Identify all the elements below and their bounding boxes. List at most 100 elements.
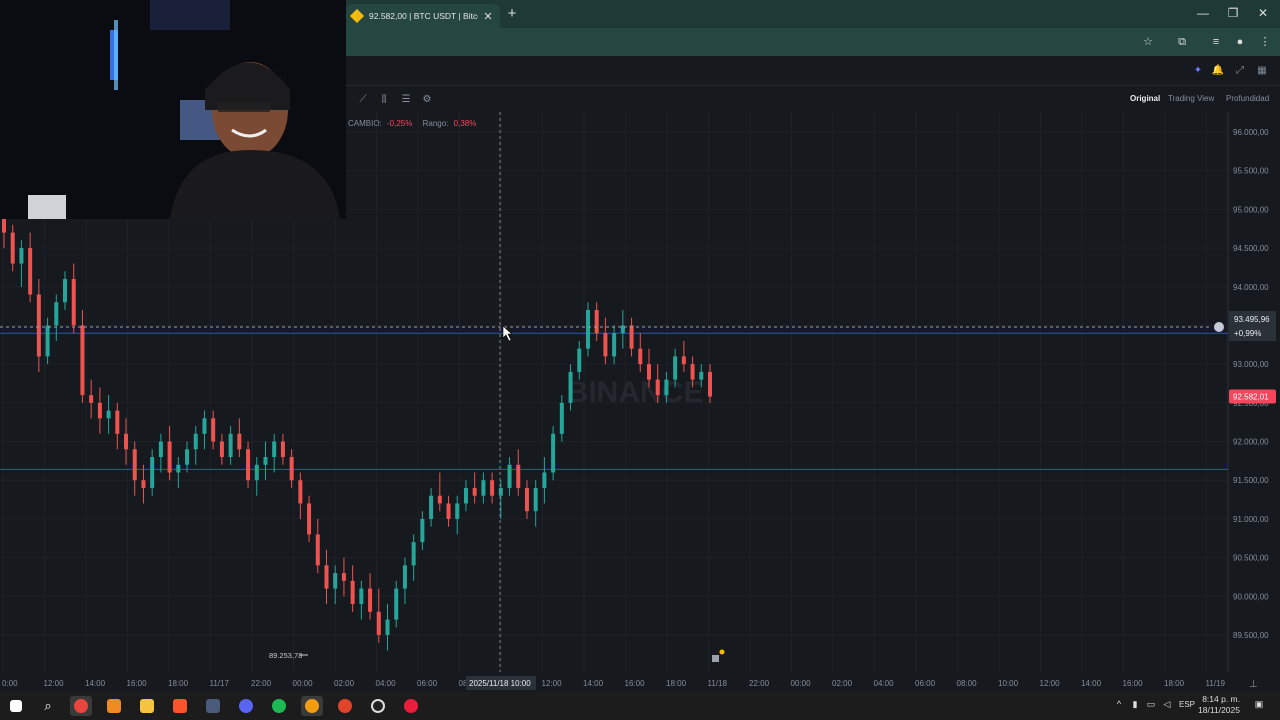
network-icon[interactable]: ▭ xyxy=(1145,699,1157,710)
candle-body xyxy=(551,433,556,473)
discord-icon[interactable] xyxy=(235,696,257,716)
x-tick-label: 04:00 xyxy=(376,679,397,688)
app-record-icon[interactable] xyxy=(400,696,422,716)
file-explorer-icon[interactable] xyxy=(136,696,158,716)
range-value: 0,38% xyxy=(453,119,477,128)
candle-body xyxy=(106,410,111,419)
last-price: 92.582,01 xyxy=(1233,393,1269,402)
candle-body xyxy=(45,325,50,357)
candle-body xyxy=(542,472,547,488)
candle-body xyxy=(333,573,338,589)
candle-body xyxy=(516,464,521,488)
brave-icon[interactable] xyxy=(169,696,191,716)
settings-list-icon[interactable]: ☰ xyxy=(399,93,413,107)
candle-body xyxy=(298,480,303,504)
low-price-label: 89.253,78 xyxy=(269,651,302,660)
app-orange-icon[interactable] xyxy=(103,696,125,716)
expand-icon[interactable]: ⤢ xyxy=(1233,64,1247,78)
candle-body xyxy=(507,464,512,488)
candle-body xyxy=(97,402,102,419)
candle-body xyxy=(71,279,76,326)
x-tick-label: 16:00 xyxy=(127,679,148,688)
x-tick-label: 11/17 xyxy=(210,679,230,688)
new-tab-button[interactable]: + xyxy=(504,5,520,22)
x-tick-label: 12:00 xyxy=(44,679,65,688)
microphone-icon[interactable]: ▮ xyxy=(1129,699,1141,710)
menu-dots-icon[interactable]: ⋮ xyxy=(1257,34,1273,50)
x-tick-label: 16:00 xyxy=(1123,679,1144,688)
candle-body xyxy=(132,449,137,481)
range-label: Rango: xyxy=(422,119,449,128)
candle-body xyxy=(54,302,59,326)
y-tick-label: 91.000,00 xyxy=(1233,515,1269,524)
volume-icon[interactable]: ◁ xyxy=(1161,699,1173,710)
bell-icon[interactable]: 🔔 xyxy=(1211,64,1225,78)
tab-depth[interactable]: Profundidad xyxy=(1226,94,1269,103)
tab-close-button[interactable]: ✕ xyxy=(482,10,494,23)
layout-grid-icon[interactable]: ▦ xyxy=(1255,64,1269,78)
obs-icon[interactable] xyxy=(367,696,389,716)
candle-body xyxy=(577,348,582,372)
media-icon[interactable]: ≡ xyxy=(1208,34,1224,50)
candle-body xyxy=(28,248,33,295)
minimize-button[interactable]: — xyxy=(1188,4,1218,22)
x-tick-label: 06:00 xyxy=(417,679,438,688)
candle-body xyxy=(533,487,538,512)
windows-start-icon[interactable] xyxy=(5,696,27,716)
candle-body xyxy=(646,364,651,380)
candle-body xyxy=(612,333,617,357)
chrome-app-icon[interactable] xyxy=(70,696,92,716)
candle-body xyxy=(80,325,85,396)
x-tick-label: 14:00 xyxy=(583,679,604,688)
close-window-button[interactable]: ✕ xyxy=(1248,4,1278,22)
restore-button[interactable]: ❐ xyxy=(1218,4,1248,22)
candle-body xyxy=(368,588,373,612)
app-red-icon[interactable] xyxy=(334,696,356,716)
calculator-icon[interactable] xyxy=(202,696,224,716)
candle-body xyxy=(350,580,355,605)
candle-body xyxy=(158,441,163,458)
x-tick-label: 11/19 xyxy=(1206,679,1226,688)
event-marker-icon[interactable] xyxy=(712,655,719,662)
chrome-profile-icon[interactable] xyxy=(301,696,323,716)
taskbar xyxy=(0,692,1280,720)
gear-icon[interactable]: ⚙ xyxy=(420,93,434,107)
candle-body xyxy=(524,487,529,512)
clock[interactable]: 8:14 p. m. 18/11/2025 xyxy=(1198,694,1240,716)
x-tick-label: 04:00 xyxy=(874,679,895,688)
tab-original[interactable]: Original xyxy=(1130,94,1160,103)
add-alert-icon[interactable] xyxy=(1214,322,1224,332)
candle-type-icon[interactable]: ⫼ xyxy=(377,93,391,107)
candle-body xyxy=(307,503,312,535)
y-tick-label: 93.000,00 xyxy=(1233,360,1269,369)
candle-body xyxy=(376,611,381,635)
spotify-icon[interactable] xyxy=(268,696,290,716)
candle-body xyxy=(568,371,573,403)
tab-trading-view[interactable]: Trading View xyxy=(1168,94,1214,103)
notifications-icon[interactable]: ▣ xyxy=(1253,699,1265,710)
x-tick-label: 22:00 xyxy=(251,679,272,688)
x-tick-label: 11/18 xyxy=(708,679,728,688)
candle-body xyxy=(490,480,495,496)
candle-body xyxy=(185,449,190,465)
y-tick-label: 96.000,00 xyxy=(1233,128,1269,137)
profile-avatar-icon[interactable]: ● xyxy=(1232,34,1248,50)
candle-body xyxy=(673,356,678,380)
x-tick-label: 0:00 xyxy=(2,679,18,688)
candle-body xyxy=(681,356,686,365)
browser-tab[interactable]: 92.582,00 | BTC USDT | Bitcoin t ✕ xyxy=(346,4,500,28)
candle-body xyxy=(324,565,329,589)
search-icon[interactable]: ⌕ xyxy=(37,696,59,716)
axis-settings-icon[interactable]: ⊥ xyxy=(1249,679,1258,690)
x-tick-label: 12:00 xyxy=(1040,679,1061,688)
x-tick-label: 22:00 xyxy=(749,679,770,688)
extensions-icon[interactable]: ⧉ xyxy=(1174,34,1190,50)
indicator-icon[interactable]: ⟋ xyxy=(356,93,370,107)
x-tick-label: 14:00 xyxy=(85,679,106,688)
change-label: CAMBIO: xyxy=(348,119,382,128)
tray-chevron-icon[interactable]: ^ xyxy=(1113,699,1125,709)
x-tick-label: 00:00 xyxy=(293,679,314,688)
bookmark-star-icon[interactable]: ☆ xyxy=(1140,34,1156,50)
language-indicator[interactable]: ESP xyxy=(1179,700,1195,709)
ai-sparkle-icon[interactable]: ✦ xyxy=(1191,64,1205,78)
